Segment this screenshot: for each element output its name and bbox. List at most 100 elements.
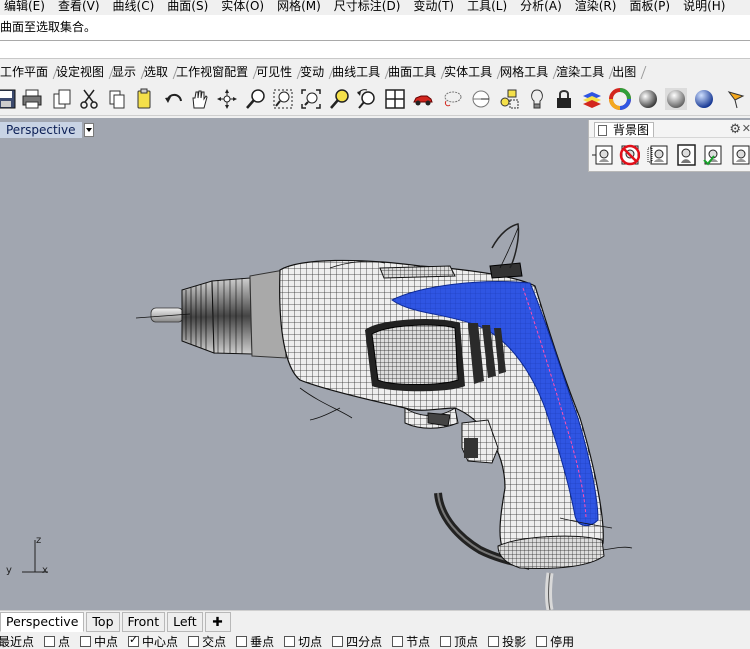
color-wheel-icon[interactable] — [608, 87, 632, 111]
osnap-mid-checkbox[interactable] — [80, 636, 92, 647]
gear-icon[interactable]: ⚙ — [729, 122, 741, 137]
osnap-point[interactable]: 点 — [44, 634, 70, 649]
render-icon[interactable] — [692, 87, 716, 111]
command-prompt-input[interactable] — [0, 41, 750, 59]
osnap-mid[interactable]: 中点 — [80, 634, 118, 649]
menu-analyze[interactable]: 分析(A) — [512, 0, 571, 15]
viewport-layout-icon[interactable] — [383, 87, 407, 111]
drill-model[interactable] — [0, 118, 750, 610]
axis-x-label: x — [42, 565, 48, 576]
tab-viewport-layout[interactable]: 工作视窗配置 — [170, 62, 256, 82]
osnap-center[interactable]: 中心点 — [128, 634, 178, 649]
osnap-perp[interactable]: 垂点 — [236, 634, 274, 649]
menu-edit[interactable]: 编辑(E) — [0, 0, 54, 15]
align-background-icon[interactable] — [702, 144, 724, 166]
copy-icon[interactable] — [50, 87, 74, 111]
osnap-disable[interactable]: 停用 — [536, 634, 574, 649]
tab-left[interactable]: Left — [167, 612, 203, 632]
menu-curve[interactable]: 曲线(C) — [105, 0, 164, 15]
viewport-title[interactable]: Perspective — [0, 120, 94, 140]
osnap-point-checkbox[interactable] — [44, 636, 56, 647]
zoom-selected-icon[interactable] — [328, 87, 352, 111]
osnap-vertex[interactable]: 顶点 — [440, 634, 478, 649]
close-icon[interactable]: ✕ — [742, 122, 750, 135]
tab-surface-tools[interactable]: 曲面工具 — [382, 62, 444, 82]
layers-icon[interactable] — [580, 87, 604, 111]
objects-icon[interactable] — [497, 87, 521, 111]
menu-mesh[interactable]: 网格(M) — [269, 0, 330, 15]
osnap-intersection-checkbox[interactable] — [188, 636, 200, 647]
viewport-menu-arrow-icon[interactable] — [83, 123, 94, 137]
tab-set-view[interactable]: 设定视图 — [50, 62, 112, 82]
menu-view[interactable]: 查看(V) — [50, 0, 109, 15]
tab-render-tools[interactable]: 渲染工具 — [550, 62, 612, 82]
osnap-near[interactable]: 最近点 — [0, 634, 34, 649]
save-icon[interactable] — [0, 87, 18, 111]
place-background-icon[interactable] — [592, 144, 614, 166]
lock-icon[interactable] — [552, 87, 576, 111]
lasso-icon[interactable] — [440, 87, 464, 111]
menu-panels[interactable]: 面板(P) — [621, 0, 679, 15]
tab-perspective[interactable]: Perspective — [0, 612, 85, 632]
paste-icon[interactable] — [105, 87, 129, 111]
material-sphere-icon[interactable] — [636, 87, 660, 111]
background-panel-tab[interactable]: 背景图 — [594, 122, 655, 137]
tab-curve-tools[interactable]: 曲线工具 — [326, 62, 388, 82]
add-viewport-icon[interactable]: ✚ — [204, 612, 231, 632]
tab-mesh-tools[interactable]: 网格工具 — [494, 62, 556, 82]
osnap-intersection[interactable]: 交点 — [188, 634, 226, 649]
options-icon[interactable] — [724, 87, 748, 111]
car-icon[interactable] — [411, 87, 435, 111]
tab-top[interactable]: Top — [86, 612, 120, 632]
zoom-icon[interactable] — [244, 87, 268, 111]
undo-view-icon[interactable] — [355, 87, 379, 111]
menu-surface[interactable]: 曲面(S) — [159, 0, 217, 15]
osnap-center-checkbox[interactable] — [128, 634, 140, 647]
menu-render[interactable]: 渲染(R) — [567, 0, 626, 15]
clipboard-icon[interactable] — [132, 87, 156, 111]
axis-z-label: z — [36, 535, 42, 546]
undo-icon[interactable] — [162, 87, 186, 111]
print-icon[interactable] — [20, 87, 44, 111]
pan-hand-icon[interactable] — [187, 87, 211, 111]
viewport-title-label[interactable]: Perspective — [0, 122, 82, 138]
axis-y-label: y — [6, 565, 12, 576]
perspective-viewport[interactable]: Perspective z y x — [0, 118, 750, 610]
osnap-tangent[interactable]: 切点 — [284, 634, 322, 649]
osnap-quad[interactable]: 四分点 — [332, 634, 382, 649]
cut-icon[interactable] — [77, 87, 101, 111]
osnap-project[interactable]: 投影 — [488, 634, 526, 649]
tab-solid-tools[interactable]: 实体工具 — [438, 62, 500, 82]
toolbar-tabs: 工作平面 设定视图 显示 选取 工作视窗配置 可见性 变动 曲线工具 曲面工具 … — [0, 62, 750, 82]
cplane-icon[interactable] — [468, 87, 492, 111]
osnap-vertex-checkbox[interactable] — [440, 636, 452, 647]
zoom-window-icon[interactable] — [271, 87, 295, 111]
osnap-quad-checkbox[interactable] — [332, 636, 344, 647]
osnap-knot-checkbox[interactable] — [392, 636, 404, 647]
zoom-extents-icon[interactable] — [299, 87, 323, 111]
osnap-tangent-checkbox[interactable] — [284, 636, 296, 647]
menu-transform[interactable]: 变动(T) — [405, 0, 463, 15]
osnap-disable-checkbox[interactable] — [536, 636, 548, 647]
rendered-sphere-icon[interactable] — [664, 87, 688, 111]
menu-help[interactable]: 说明(H) — [675, 0, 734, 15]
remove-background-icon[interactable] — [618, 144, 641, 166]
light-icon[interactable] — [525, 87, 549, 111]
command-history-text: 曲面至选取集合。 — [0, 20, 97, 34]
tab-front[interactable]: Front — [121, 612, 166, 632]
move-background-icon[interactable] — [646, 144, 668, 166]
scale-background-icon[interactable] — [675, 144, 697, 166]
rhino-window: 编辑(E) 查看(V) 曲线(C) 曲面(S) 实体(O) 网格(M) 尺寸标注… — [0, 0, 750, 649]
menu-dimension[interactable]: 尺寸标注(D) — [326, 0, 410, 15]
osnap-project-checkbox[interactable] — [488, 636, 500, 647]
osnap-knot[interactable]: 节点 — [392, 634, 430, 649]
rotate-view-icon[interactable] — [215, 87, 239, 111]
grayscale-background-icon[interactable] — [730, 144, 750, 166]
menu-tools[interactable]: 工具(L) — [459, 0, 516, 15]
tab-cplanes[interactable]: 工作平面 — [0, 62, 56, 82]
tab-visibility[interactable]: 可见性 — [250, 62, 300, 82]
icon-toolbar — [0, 82, 750, 116]
menu-solid[interactable]: 实体(O) — [213, 0, 273, 15]
tab-drafting[interactable]: 出图 — [606, 62, 644, 82]
osnap-perp-checkbox[interactable] — [236, 636, 248, 647]
